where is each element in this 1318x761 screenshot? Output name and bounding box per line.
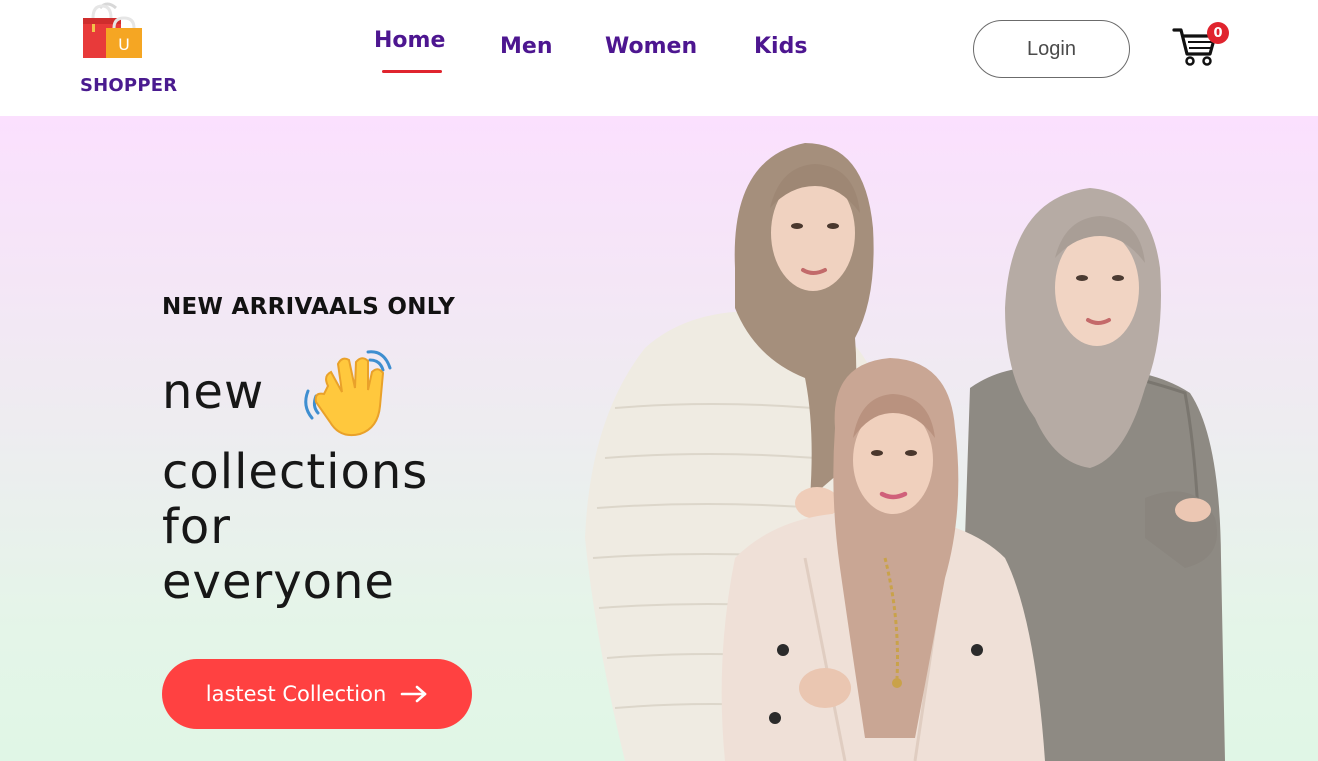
- shopping-bags-icon: U: [83, 2, 142, 58]
- nav-item-kids[interactable]: Kids: [754, 34, 807, 59]
- brand-logo[interactable]: U SHOPPER: [80, 2, 180, 102]
- nav-item-men[interactable]: Men: [500, 34, 552, 59]
- navbar: U SHOPPER Home Men Women Kids Login 0: [0, 0, 1318, 116]
- hero-section: NEW ARRIVAALS ONLY new collections for e…: [0, 116, 1318, 761]
- cart-count-badge: 0: [1207, 22, 1229, 44]
- arrow-right-icon: [400, 685, 427, 703]
- latest-collection-button[interactable]: lastest Collection: [162, 659, 472, 729]
- hero-line-everyone: everyone: [162, 554, 395, 610]
- hero-line-collections: collections: [162, 444, 429, 500]
- nav-item-women[interactable]: Women: [605, 34, 697, 59]
- login-button[interactable]: Login: [973, 20, 1130, 78]
- hero-line-new: new: [162, 364, 265, 420]
- hero-line-for: for: [162, 499, 231, 555]
- active-indicator: [382, 70, 442, 73]
- brand-name: SHOPPER: [80, 75, 178, 96]
- cta-label: lastest Collection: [205, 682, 387, 706]
- nav-item-home[interactable]: Home: [374, 28, 445, 53]
- hero-models-image: [585, 143, 1225, 761]
- hero-subtitle: NEW ARRIVAALS ONLY: [162, 294, 456, 320]
- cart-button[interactable]: 0: [1172, 22, 1232, 70]
- waving-hand-icon: [304, 350, 392, 437]
- bag-letter: U: [118, 35, 130, 54]
